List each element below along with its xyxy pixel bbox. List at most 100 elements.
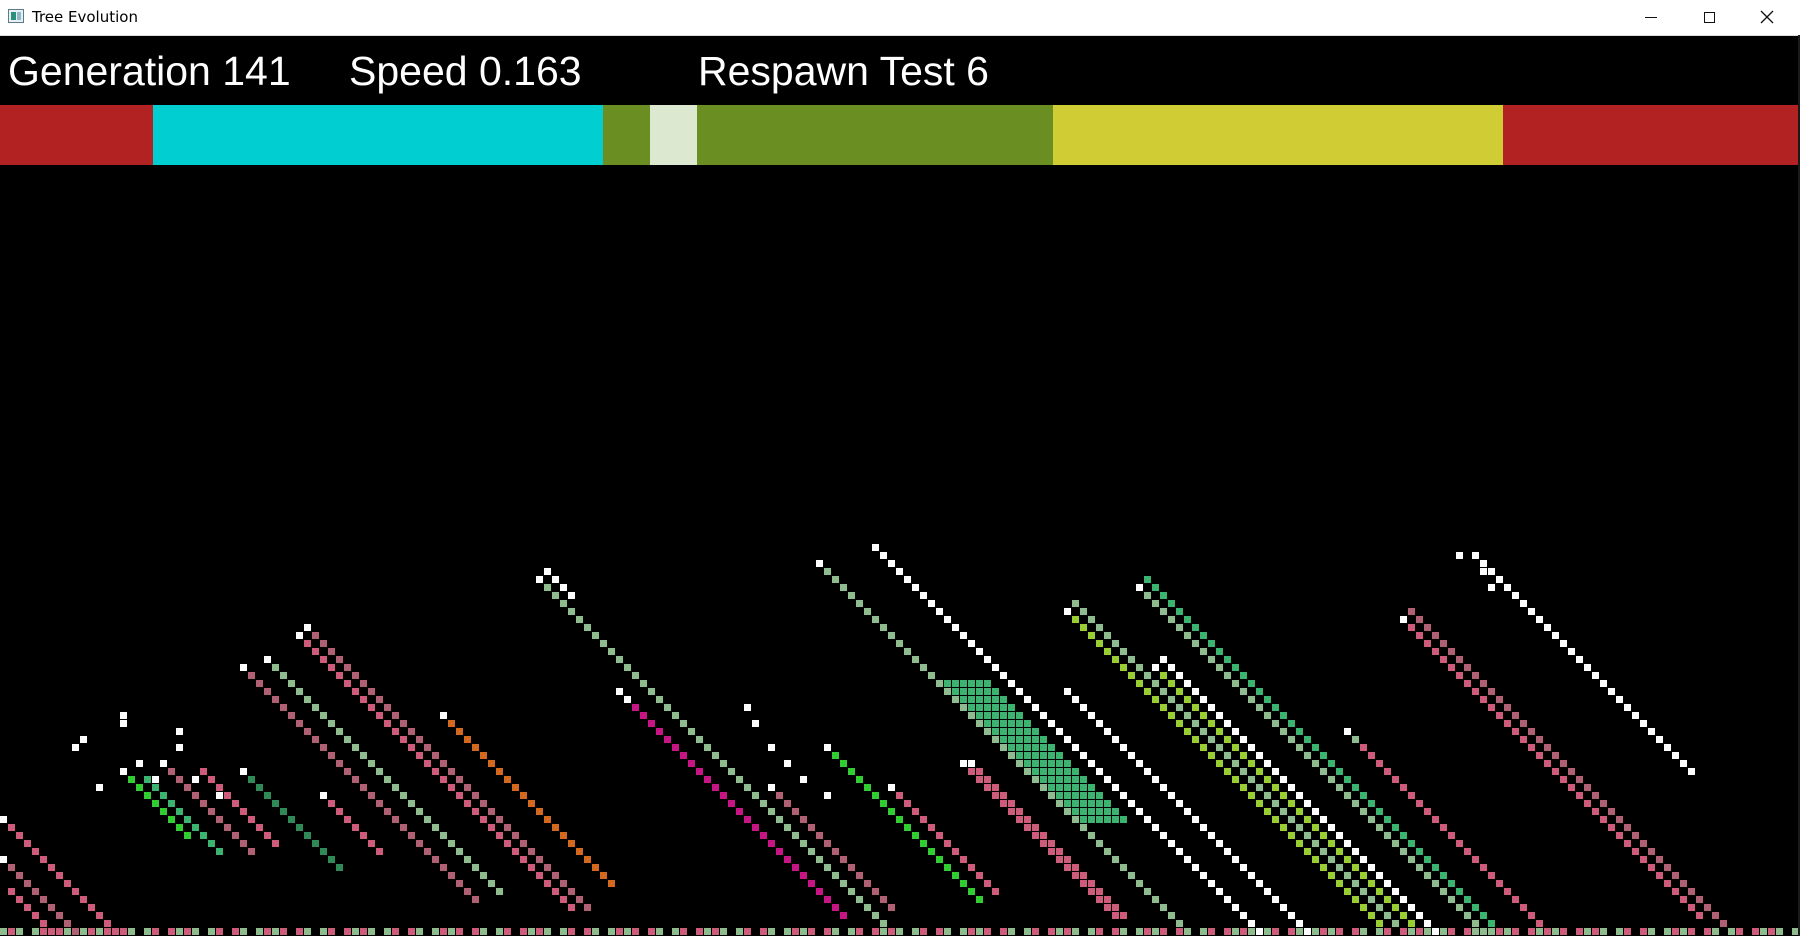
minimize-button[interactable] <box>1622 0 1680 34</box>
tree-cell <box>184 928 191 935</box>
tree-cell <box>1032 704 1039 711</box>
tree-cell <box>440 776 447 783</box>
tree-cell <box>1120 864 1127 871</box>
tree-cell <box>1288 816 1295 823</box>
tree-cell <box>1240 688 1247 695</box>
window-title: Tree Evolution <box>32 8 138 26</box>
tree-cell <box>1656 736 1663 743</box>
tree-cell <box>792 864 799 871</box>
tree-cell <box>1224 928 1231 935</box>
tree-cell <box>1048 776 1055 783</box>
tree-cell <box>1416 912 1423 919</box>
tree-cell <box>336 672 343 679</box>
tree-cell <box>840 584 847 591</box>
tree-cell <box>896 640 903 647</box>
tree-cell <box>960 856 967 863</box>
tree-cell <box>1688 768 1695 775</box>
tree-cell <box>1584 928 1591 935</box>
tree-cell <box>376 768 383 775</box>
tree-cell <box>1128 656 1135 663</box>
maximize-button[interactable] <box>1680 0 1738 34</box>
tree-cell <box>80 736 87 743</box>
tree-cell <box>1352 928 1359 935</box>
tree-cell <box>960 680 967 687</box>
tree-cell <box>392 728 399 735</box>
tree-cell <box>1640 840 1647 847</box>
tree-cell <box>1440 888 1447 895</box>
tree-cell <box>848 864 855 871</box>
tree-cell <box>624 928 631 935</box>
tree-cell <box>1032 928 1039 935</box>
tree-cell <box>1008 712 1015 719</box>
tree-cell <box>1048 928 1055 935</box>
tree-cell <box>1104 904 1111 911</box>
tree-cell <box>1296 792 1303 799</box>
tree-cell <box>200 800 207 807</box>
tree-cell <box>1192 720 1199 727</box>
tree-cell <box>1432 816 1439 823</box>
tree-cell <box>1080 872 1087 879</box>
tree-cell <box>184 832 191 839</box>
tree-cell <box>1168 840 1175 847</box>
tree-cell <box>32 912 39 919</box>
tree-cell <box>1368 816 1375 823</box>
tree-cell <box>560 600 567 607</box>
tree-cell <box>1320 768 1327 775</box>
tree-cell <box>1080 816 1087 823</box>
tree-cell <box>16 832 23 839</box>
tree-cell <box>392 928 399 935</box>
tree-cell <box>1344 840 1351 847</box>
tree-cell <box>1168 616 1175 623</box>
tree-cell <box>304 696 311 703</box>
tree-cell <box>1016 720 1023 727</box>
tree-cell <box>1232 744 1239 751</box>
tree-cell <box>592 632 599 639</box>
tree-cell <box>1448 648 1455 655</box>
tree-cell <box>800 840 807 847</box>
tree-cell <box>1176 800 1183 807</box>
tree-cell <box>1160 832 1167 839</box>
tree-cell <box>600 640 607 647</box>
tree-cell <box>672 744 679 751</box>
tree-cell <box>1152 664 1159 671</box>
tree-cell <box>1360 856 1367 863</box>
tree-cell <box>1208 880 1215 887</box>
tree-cell <box>664 704 671 711</box>
tree-cell <box>968 712 975 719</box>
tree-cell <box>1592 792 1599 799</box>
tree-cell <box>1152 584 1159 591</box>
tree-cell <box>896 792 903 799</box>
tree-cell <box>472 896 479 903</box>
tree-cell <box>1248 760 1255 767</box>
tree-cell <box>1520 720 1527 727</box>
tree-cell <box>160 760 167 767</box>
tree-cell <box>1640 856 1647 863</box>
tree-cell <box>1208 704 1215 711</box>
tree-cell <box>1104 800 1111 807</box>
tree-cell <box>784 760 791 767</box>
tree-cell <box>1376 888 1383 895</box>
tree-cell <box>1560 640 1567 647</box>
tree-cell <box>1016 808 1023 815</box>
tree-cell <box>1080 792 1087 799</box>
tree-cell <box>344 736 351 743</box>
tree-cell <box>1120 792 1127 799</box>
tree-cell <box>1136 880 1143 887</box>
tree-cell <box>416 808 423 815</box>
app-window-icon <box>8 9 24 23</box>
tree-cell <box>1032 768 1039 775</box>
close-button[interactable] <box>1738 0 1796 34</box>
tree-cell <box>272 928 279 935</box>
genome-segment <box>603 105 650 165</box>
tree-cell <box>1024 728 1031 735</box>
tree-cell <box>1024 760 1031 767</box>
tree-cell <box>1328 776 1335 783</box>
tree-cell <box>1472 920 1479 927</box>
tree-cell <box>1488 872 1495 879</box>
tree-cell <box>1088 712 1095 719</box>
tree-cell <box>1328 840 1335 847</box>
tree-cell <box>1576 776 1583 783</box>
tree-cell <box>344 680 351 687</box>
tree-cell <box>448 928 455 935</box>
tree-cell <box>1672 752 1679 759</box>
